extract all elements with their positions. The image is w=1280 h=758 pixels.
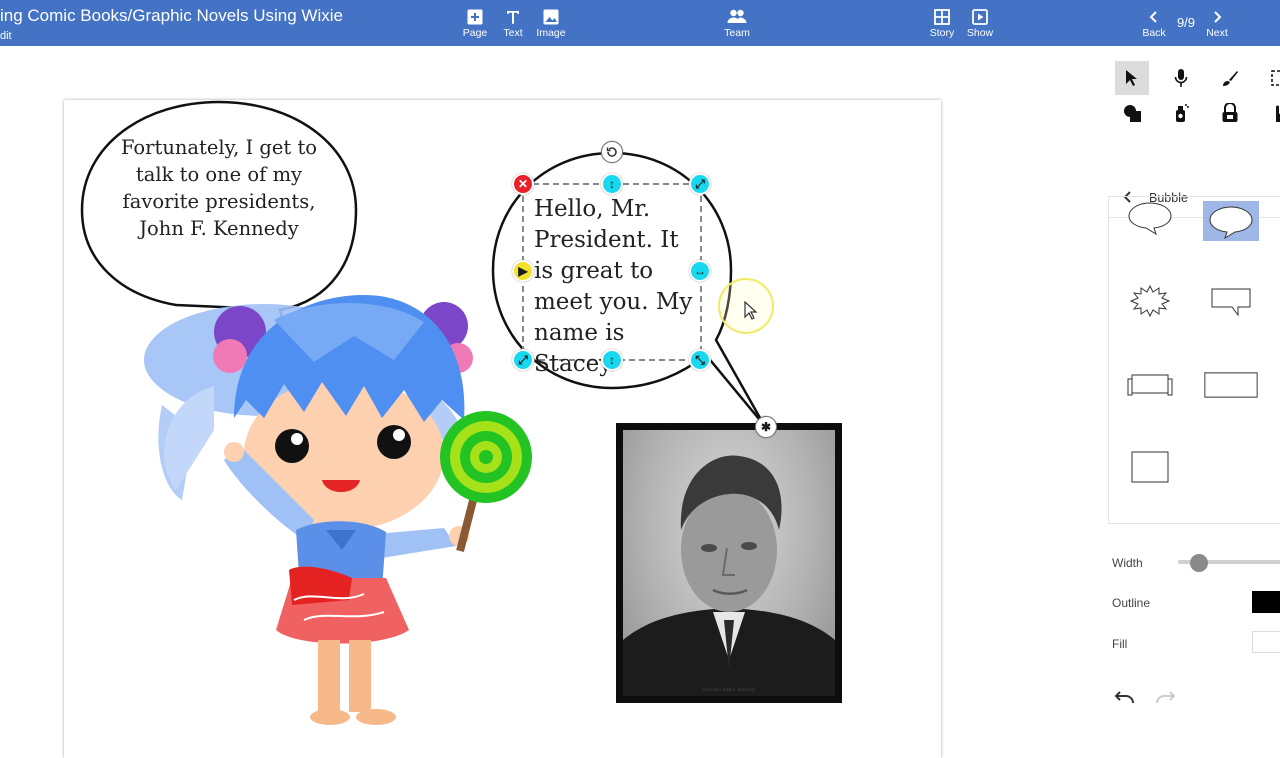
- add-page-icon: [467, 9, 483, 25]
- image-icon: [543, 9, 559, 25]
- oval-bubble-selected-icon: [1209, 206, 1253, 239]
- delete-handle[interactable]: ✕: [512, 173, 534, 195]
- edit-link[interactable]: dit: [0, 30, 12, 42]
- fill-color-swatch[interactable]: [1252, 631, 1280, 653]
- chevron-right-icon: [1214, 11, 1222, 23]
- banner-bubble-icon: [1204, 372, 1258, 398]
- back-label: Back: [1142, 27, 1166, 39]
- bubble-shapes-grid: [1108, 196, 1280, 524]
- chevron-left-icon: [1149, 11, 1157, 23]
- add-image-button[interactable]: Image: [521, 8, 581, 44]
- next-label: Next: [1206, 27, 1228, 39]
- outline-color-swatch[interactable]: [1252, 591, 1280, 613]
- vertical-resize-icon: ↕: [609, 177, 615, 191]
- width-label: Width: [1112, 556, 1143, 570]
- bubble-banner[interactable]: [1203, 365, 1259, 405]
- spray-tool[interactable]: [1164, 96, 1198, 130]
- brush-icon: [1223, 71, 1238, 86]
- hand-tool[interactable]: [1262, 96, 1280, 130]
- vertical-resize-icon: ↕: [609, 353, 615, 367]
- redo-button[interactable]: [1148, 680, 1182, 714]
- add-image-label: Image: [536, 27, 566, 39]
- top-bar: ing Comic Books/Graphic Novels Using Wix…: [0, 0, 1280, 46]
- shapes-tool[interactable]: [1115, 96, 1149, 130]
- canvas-area: Fortunately, I get to talk to one of my …: [0, 46, 1108, 758]
- diagonal-resize-icon: ⤢: [518, 352, 528, 367]
- width-slider-thumb[interactable]: [1190, 554, 1208, 572]
- resize-top-right-handle[interactable]: ⤢: [689, 173, 711, 195]
- story-grid-icon: [934, 9, 950, 25]
- redo-icon: [1156, 691, 1176, 704]
- undo-button[interactable]: [1108, 680, 1142, 714]
- burst-bubble-icon: [1129, 284, 1171, 318]
- show-button[interactable]: Show: [950, 8, 1010, 44]
- microphone-icon: [1174, 69, 1188, 87]
- text-icon: [507, 11, 519, 24]
- close-icon: ✕: [517, 177, 529, 191]
- play-icon: [972, 9, 988, 25]
- team-button[interactable]: Team: [707, 8, 767, 44]
- oval-bubble-icon: [1128, 202, 1172, 235]
- add-text-label: Text: [503, 27, 523, 39]
- spray-icon: [1176, 104, 1189, 122]
- fill-label: Fill: [1112, 637, 1128, 651]
- bubble-oval-tail-right[interactable]: [1203, 201, 1259, 241]
- asterisk-icon: ✱: [760, 420, 772, 434]
- portrait-drawing: [623, 455, 835, 696]
- show-label: Show: [966, 27, 994, 39]
- undo-icon: [1114, 691, 1134, 704]
- resize-bottom-handle[interactable]: ↕: [601, 349, 623, 371]
- outline-label: Outline: [1112, 596, 1151, 610]
- resize-top-handle[interactable]: ↕: [601, 173, 623, 195]
- rotate-handle[interactable]: [601, 141, 623, 163]
- shapes-icon: [1124, 105, 1141, 122]
- select-box-icon: [1271, 70, 1280, 86]
- bubble-plain-box[interactable]: [1122, 447, 1178, 487]
- bubble-oval-tail-left[interactable]: [1122, 197, 1178, 237]
- bubble-scroll[interactable]: [1122, 365, 1178, 405]
- comic-page[interactable]: Fortunately, I get to talk to one of my …: [64, 100, 941, 758]
- bubble-burst[interactable]: [1122, 281, 1178, 321]
- team-icon: [727, 9, 747, 23]
- pointer-icon: [1126, 70, 1137, 86]
- scroll-bubble-icon: [1127, 374, 1173, 396]
- rotate-icon: [606, 147, 617, 157]
- team-label: Team: [724, 27, 750, 39]
- left-bubble-text[interactable]: Fortunately, I get to talk to one of my …: [116, 134, 322, 242]
- kennedy-photo[interactable]: President John F. Kennedy: [616, 423, 842, 703]
- document-title: ing Comic Books/Graphic Novels Using Wix…: [0, 6, 343, 25]
- horizontal-resize-icon: ↔: [694, 264, 706, 278]
- select-box-tool[interactable]: [1262, 61, 1280, 95]
- mouse-cursor-icon: [744, 301, 758, 320]
- hand-icon: [1276, 105, 1280, 122]
- resize-bottom-right-handle[interactable]: ⤡: [689, 349, 711, 371]
- tail-anchor-handle[interactable]: ✱: [755, 416, 777, 438]
- diagonal-resize-icon: ⤢: [695, 176, 705, 191]
- next-button[interactable]: Next: [1187, 8, 1247, 44]
- diagonal-resize-icon: ⤡: [695, 352, 705, 367]
- portrait-image: President John F. Kennedy: [623, 430, 835, 696]
- microphone-tool[interactable]: [1164, 61, 1198, 95]
- brush-tool[interactable]: [1213, 61, 1247, 95]
- stamp-icon: [1222, 103, 1238, 122]
- girl-character: [144, 295, 473, 725]
- tail-handle[interactable]: ▶: [512, 260, 534, 282]
- plain-box-icon: [1131, 451, 1169, 483]
- megaphone-icon: ▶: [518, 264, 528, 278]
- resize-right-handle[interactable]: ↔: [689, 260, 711, 282]
- rect-bubble-icon: [1211, 288, 1251, 317]
- tools-panel: Bubble Width Outline Fill: [1108, 46, 1280, 720]
- stamp-tool[interactable]: [1213, 96, 1247, 130]
- bubble-rect-tail[interactable]: [1203, 281, 1259, 321]
- photo-caption: President John F. Kennedy: [702, 688, 756, 693]
- pointer-tool[interactable]: [1115, 61, 1149, 95]
- resize-bottom-left-handle[interactable]: ⤢: [512, 349, 534, 371]
